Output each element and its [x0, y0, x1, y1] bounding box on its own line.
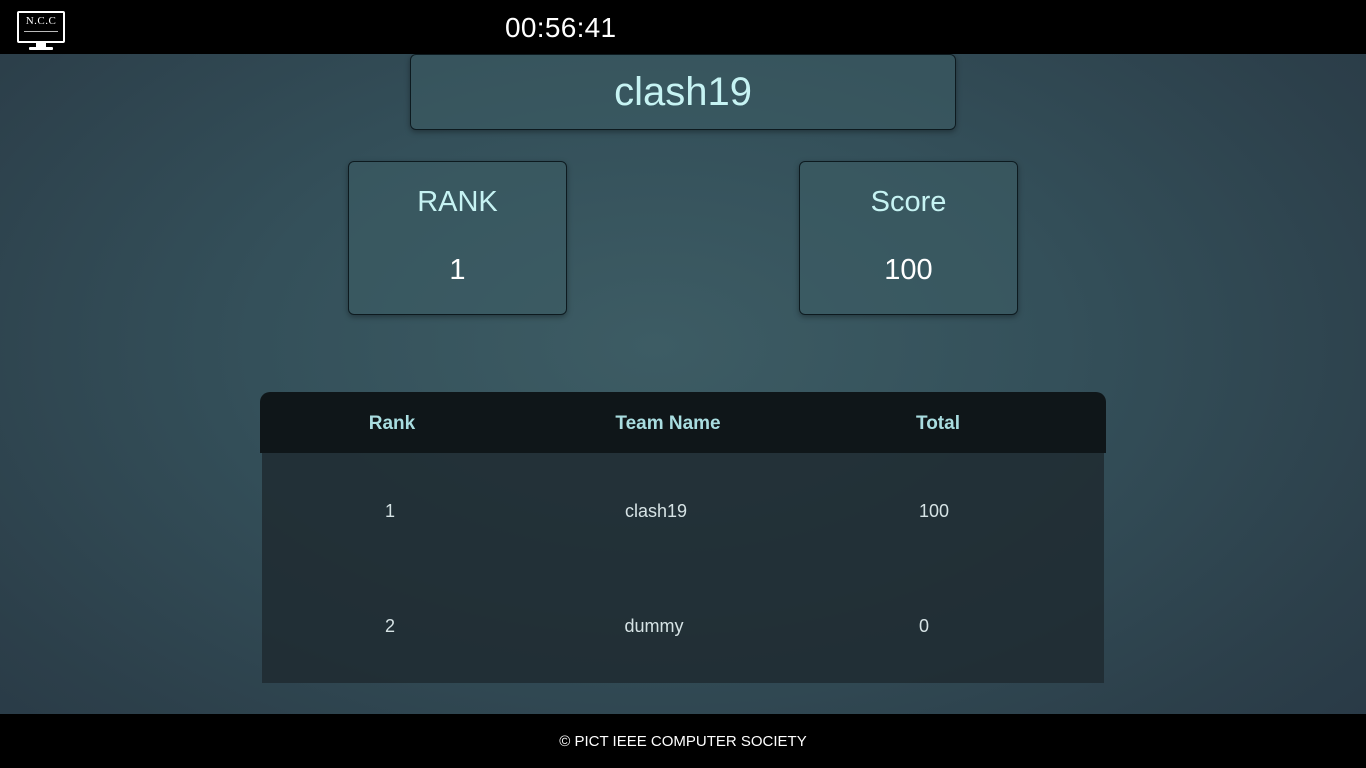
ncc-logo[interactable]: N.C.C	[16, 11, 66, 51]
column-header-team-name: Team Name	[615, 413, 721, 434]
rank-card: RANK 1	[348, 161, 567, 315]
table-body: 1 clash19 100 2 dummy 0	[262, 453, 1104, 683]
team-name: clash19	[614, 69, 752, 114]
monitor-icon: N.C.C	[17, 11, 65, 43]
cell-rank: 1	[384, 501, 396, 521]
score-card: Score 100	[799, 161, 1018, 315]
leaderboard-table: Rank Team Name Total 1 clash19 100 2 dum…	[260, 392, 1106, 683]
rank-label: RANK	[417, 186, 498, 218]
column-header-rank: Rank	[368, 413, 416, 434]
cell-total: 0	[918, 616, 930, 636]
table-row: 2 dummy 0	[262, 568, 1104, 683]
cell-team-name: clash19	[624, 501, 688, 521]
table-row: 1 clash19 100	[262, 453, 1104, 568]
footer-copyright: © PICT IEEE COMPUTER SOCIETY	[559, 732, 807, 750]
score-value: 100	[884, 254, 933, 286]
score-label: Score	[870, 186, 947, 218]
cell-total: 100	[918, 501, 950, 521]
cell-team-name: dummy	[624, 616, 684, 636]
footer: © PICT IEEE COMPUTER SOCIETY	[0, 714, 1366, 768]
column-header-total: Total	[916, 413, 960, 434]
rank-value: 1	[449, 254, 466, 286]
team-name-card: clash19	[410, 54, 956, 130]
logo-text: N.C.C	[25, 15, 57, 27]
table-header: Rank Team Name Total	[260, 392, 1106, 453]
top-bar: N.C.C 00:56:41	[0, 0, 1366, 54]
countdown-timer: 00:56:41	[505, 12, 617, 43]
cell-rank: 2	[384, 616, 396, 636]
